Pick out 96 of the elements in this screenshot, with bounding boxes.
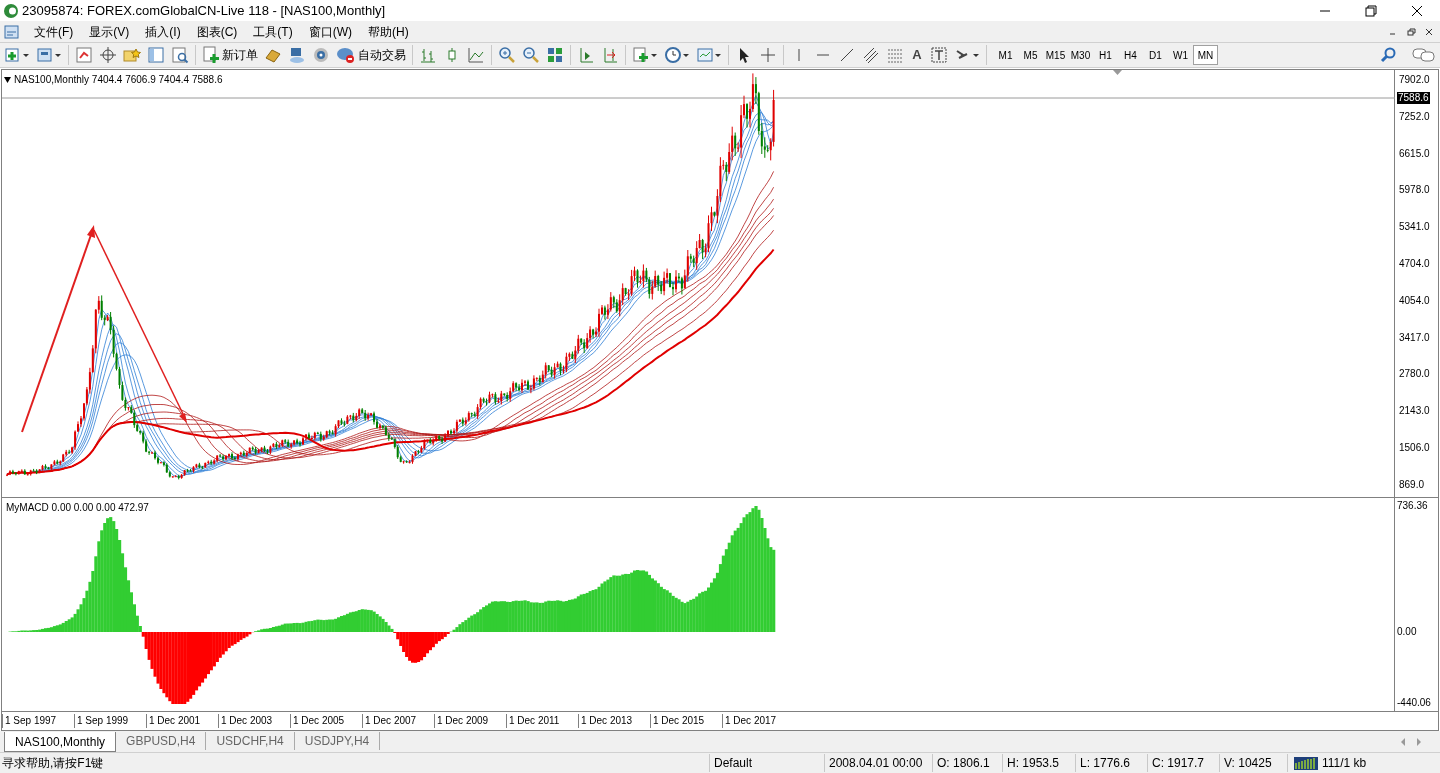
menu-item[interactable]: 显示(V) <box>81 22 138 41</box>
chart-shift-marker-icon[interactable] <box>1113 70 1122 75</box>
connection-bars-icon <box>1294 754 1318 772</box>
zoom-in-icon[interactable] <box>498 46 516 64</box>
date-tick-label: 1 Dec 2013 <box>581 714 633 726</box>
price-tick-label: 6615.0 <box>1399 147 1430 160</box>
equidistant-channel-icon[interactable] <box>862 46 880 64</box>
price-tick-label: 5341.0 <box>1399 221 1430 234</box>
chart-tab[interactable]: GBPUSD,H4 <box>116 732 207 750</box>
date-tick-label: 1 Dec 2017 <box>725 714 777 726</box>
scroll-left-icon[interactable] <box>1400 738 1406 746</box>
indicator-tick-label: -440.06 <box>1397 697 1431 709</box>
text-label-icon[interactable] <box>930 46 948 64</box>
price-tick-label: 4054.0 <box>1399 294 1430 307</box>
open-price: O: 1806.1 <box>933 754 1003 772</box>
zoom-out-icon[interactable] <box>522 46 540 64</box>
volume-value: V: 10425 <box>1220 754 1288 772</box>
app-logo-icon <box>4 3 18 18</box>
price-tick-label: 2143.0 <box>1399 405 1430 418</box>
panel-icon[interactable] <box>147 46 165 64</box>
menu-item[interactable]: 插入(I) <box>137 22 189 41</box>
robot-stop-icon <box>336 46 356 64</box>
crosshair-target-icon[interactable] <box>99 46 117 64</box>
date-tick-label: 1 Sep 1997 <box>5 714 57 726</box>
template-icon[interactable] <box>696 46 722 64</box>
chart-tab[interactable]: NAS100,Monthly <box>4 732 117 752</box>
new-chart-icon[interactable] <box>4 46 30 64</box>
add-indicator-icon[interactable] <box>632 46 658 64</box>
date-tick-label: 1 Dec 2001 <box>149 714 201 726</box>
bar-chart-icon[interactable] <box>419 46 437 64</box>
timeframe-button[interactable]: M1 <box>993 45 1018 65</box>
timeframe-button[interactable]: H4 <box>1118 45 1143 65</box>
clock-icon[interactable] <box>664 46 690 64</box>
date-tick-label: 1 Dec 2005 <box>293 714 345 726</box>
timeframe-button[interactable]: M30 <box>1068 45 1093 65</box>
timeframe-button[interactable]: M15 <box>1043 45 1068 65</box>
status-help-text: 寻求帮助,请按F1键 <box>0 754 710 772</box>
menu-item[interactable]: 帮助(H) <box>360 22 417 41</box>
menu-item[interactable]: 窗口(W) <box>300 22 360 41</box>
document-icon[interactable] <box>4 23 20 40</box>
line-chart-icon[interactable] <box>467 46 485 64</box>
new-order-button[interactable]: 新订单 <box>202 46 258 64</box>
profile-name: Default <box>710 754 825 772</box>
date-tick-label: 1 Dec 2011 <box>509 714 560 726</box>
traffic-value: 111/1 kb <box>1322 755 1367 772</box>
timeframe-button[interactable]: W1 <box>1168 45 1193 65</box>
high-price: H: 1953.5 <box>1003 754 1076 772</box>
date-tick-label: 1 Sep 1999 <box>77 714 129 726</box>
plus-document-icon <box>202 46 220 64</box>
chart-tab[interactable]: USDCHF,H4 <box>206 732 295 750</box>
price-tick-label: 1506.0 <box>1399 442 1430 454</box>
low-price: L: 1776.6 <box>1076 754 1148 772</box>
indicator-header: MyMACD 0.00 0.00 0.00 472.97 <box>6 501 149 515</box>
current-price-label: 7588.6 <box>1397 92 1430 105</box>
text-tool-button[interactable]: A <box>910 45 924 65</box>
profiles-icon[interactable] <box>36 46 62 64</box>
search-icon[interactable] <box>1380 46 1398 64</box>
bar-time: 2008.04.01 00:00 <box>825 754 933 772</box>
auto-trading-button[interactable]: 自动交易 <box>336 46 406 64</box>
autoscroll-icon[interactable] <box>601 46 619 64</box>
chart-shift-icon[interactable] <box>577 46 595 64</box>
child-close-icon[interactable] <box>1424 26 1434 37</box>
timeframe-button[interactable]: D1 <box>1143 45 1168 65</box>
date-tick-label: 1 Dec 2003 <box>221 714 273 726</box>
menu-item[interactable]: 图表(C) <box>188 22 246 41</box>
price-tick-label: 3417.0 <box>1399 331 1430 344</box>
child-restore-icon[interactable] <box>1406 26 1416 37</box>
tile-windows-icon[interactable] <box>546 46 564 64</box>
scroll-right-icon[interactable] <box>1416 738 1422 746</box>
chart-header: NAS100,Monthly 7404.4 7606.9 7404.4 7588.6 <box>14 73 223 87</box>
price-tick-label: 2780.0 <box>1399 368 1430 381</box>
crosshair-icon[interactable] <box>759 46 777 64</box>
date-tick-label: 1 Dec 2009 <box>437 714 489 726</box>
timeframe-button[interactable]: MN <box>1193 45 1218 65</box>
price-tick-label: 5978.0 <box>1399 184 1430 197</box>
chart-tab[interactable]: USDJPY,H4 <box>294 732 381 750</box>
date-tick-label: 1 Dec 2007 <box>365 714 417 726</box>
price-tick-label: 7252.0 <box>1399 110 1430 123</box>
collapse-triangle-icon[interactable] <box>4 76 11 83</box>
price-tick-label: 4704.0 <box>1399 258 1430 270</box>
timeframe-button[interactable]: M5 <box>1018 45 1043 65</box>
timeframe-button[interactable]: H1 <box>1093 45 1118 65</box>
strategy-tester-icon[interactable] <box>171 46 189 64</box>
date-tick-label: 1 Dec 2015 <box>653 714 705 726</box>
menu-item[interactable]: 文件(F) <box>26 22 82 41</box>
indicator-tick-label: 0.00 <box>1397 626 1417 638</box>
trendline-icon[interactable] <box>838 46 856 64</box>
price-tick-label: 869.0 <box>1399 478 1425 491</box>
chat-icon[interactable] <box>1412 46 1436 64</box>
menu-item[interactable]: 工具(T) <box>245 22 301 41</box>
close-price: C: 1917.7 <box>1148 754 1220 772</box>
window-title: 23095874: FOREX.comGlobalCN-Live 118 - [NAS100,Monthly] <box>22 1 386 20</box>
fibonacci-icon[interactable] <box>886 46 904 64</box>
indicator-tick-label: 736.36 <box>1397 500 1428 512</box>
price-tick-label: 7902.0 <box>1399 74 1430 86</box>
star-folder-icon[interactable] <box>123 46 141 64</box>
